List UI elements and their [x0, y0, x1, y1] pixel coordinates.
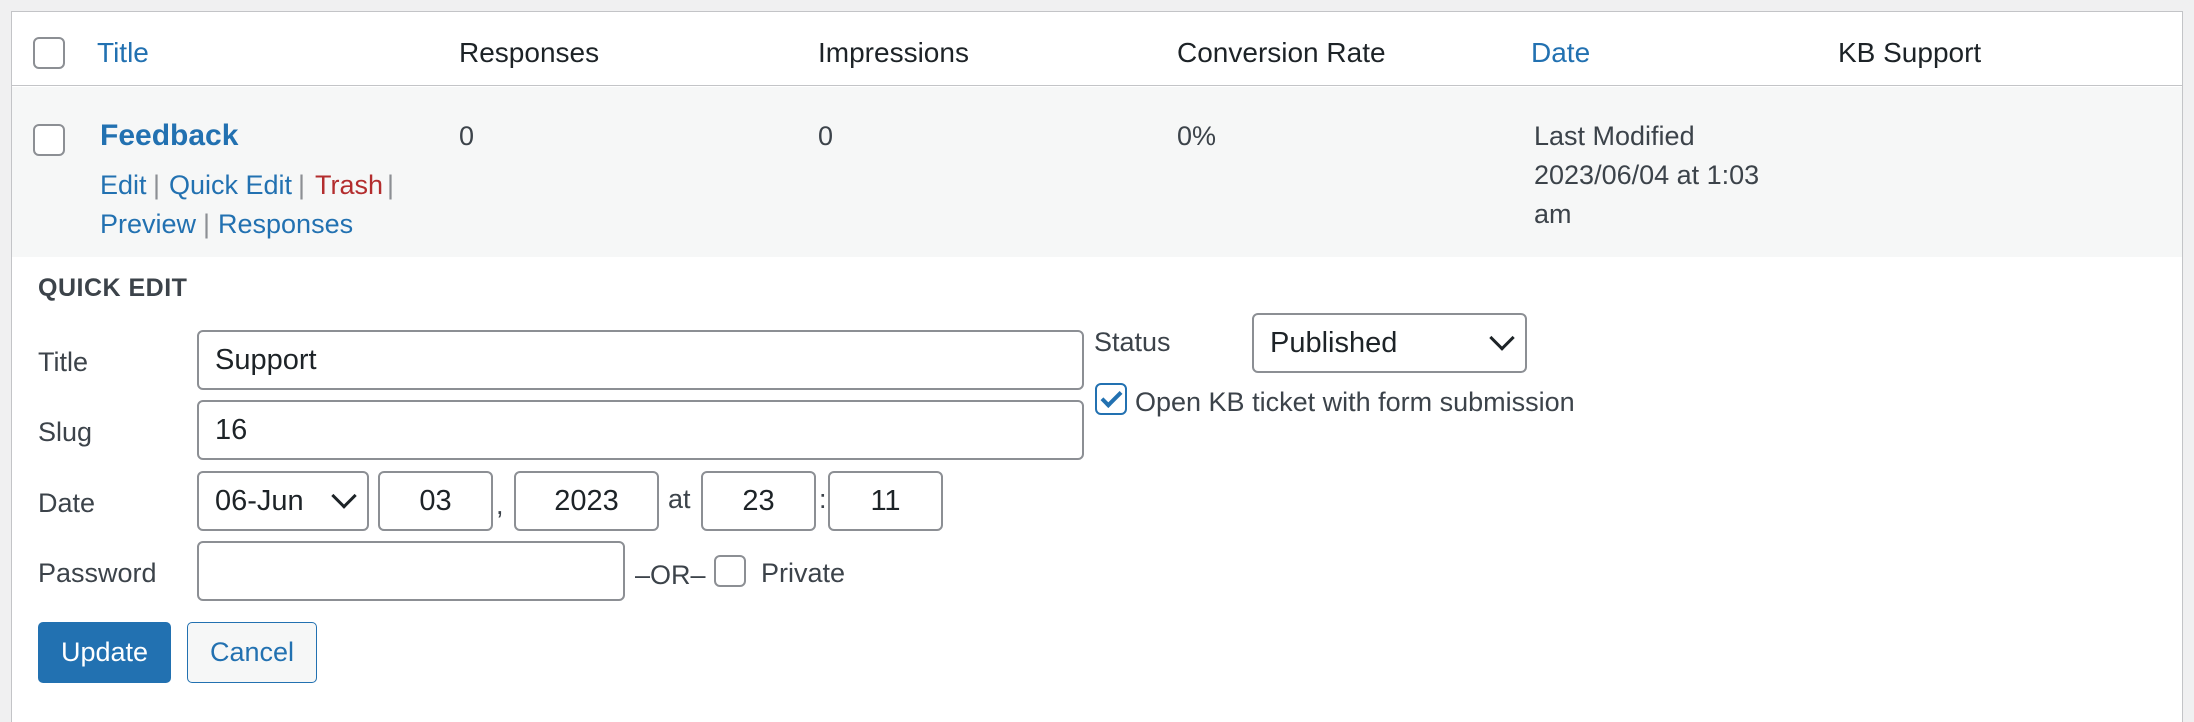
cell-conversion-rate: 0%: [1177, 121, 1217, 151]
title-input[interactable]: Support: [197, 330, 1084, 390]
quick-edit-heading: QUICK EDIT: [38, 274, 188, 302]
cancel-button[interactable]: Cancel: [187, 622, 317, 683]
row-title-link[interactable]: Feedback: [100, 121, 238, 151]
kb-ticket-checkbox[interactable]: [1095, 383, 1127, 415]
hour-input[interactable]: 23: [701, 471, 816, 531]
chevron-down-icon: [331, 483, 357, 509]
cell-impressions: 0: [818, 121, 834, 151]
status-label: Status: [1094, 327, 1171, 357]
cell-date-time: am: [1534, 199, 1572, 229]
checkmark-icon: [1100, 386, 1123, 408]
column-date-sort[interactable]: Date: [1531, 37, 1590, 69]
kb-ticket-label: Open KB ticket with form submission: [1135, 387, 1575, 417]
row-action-responses[interactable]: Responses: [218, 211, 353, 238]
year-input[interactable]: 2023: [514, 471, 659, 531]
update-button[interactable]: Update: [38, 622, 171, 683]
cell-date-value: 2023/06/04 at 1:03: [1534, 160, 1760, 190]
action-separator: |: [153, 170, 161, 200]
month-select[interactable]: 06-Jun: [197, 471, 369, 531]
comma-separator: ,: [496, 490, 504, 520]
day-input[interactable]: 03: [378, 471, 493, 531]
column-responses: Responses: [459, 37, 600, 68]
row-action-edit[interactable]: Edit: [100, 172, 147, 199]
column-kb-support: KB Support: [1838, 37, 1982, 68]
status-value: Published: [1270, 326, 1398, 359]
minute-input[interactable]: 11: [828, 471, 943, 531]
slug-input[interactable]: 16: [197, 400, 1084, 460]
action-separator: |: [298, 170, 306, 200]
or-separator: –OR–: [635, 560, 706, 590]
colon-separator: :: [819, 484, 827, 514]
status-select[interactable]: Published: [1252, 313, 1527, 373]
posts-list-table: Title Responses Impressions Conversion R…: [11, 11, 2183, 722]
private-checkbox[interactable]: [714, 555, 746, 587]
private-label: Private: [761, 558, 846, 588]
row-action-preview[interactable]: Preview: [100, 211, 196, 238]
slug-label: Slug: [38, 417, 93, 447]
action-separator: |: [387, 170, 395, 200]
row-checkbox[interactable]: [33, 124, 65, 156]
date-label: Date: [38, 488, 96, 518]
action-separator: |: [203, 209, 211, 239]
table-row: Feedback Edit | Quick Edit | Trash | Pre…: [12, 87, 2182, 257]
cell-responses: 0: [459, 121, 475, 151]
column-impressions: Impressions: [818, 37, 969, 68]
password-label: Password: [38, 558, 157, 588]
select-all-checkbox[interactable]: [33, 37, 65, 69]
column-conversion-rate: Conversion Rate: [1177, 37, 1386, 68]
table-header: Title Responses Impressions Conversion R…: [12, 12, 2182, 86]
row-action-trash[interactable]: Trash: [315, 172, 383, 199]
row-action-quick-edit[interactable]: Quick Edit: [169, 172, 292, 199]
at-label: at: [668, 484, 691, 514]
column-title-sort[interactable]: Title: [97, 37, 149, 69]
title-label: Title: [38, 347, 89, 377]
month-value: 06-Jun: [215, 484, 304, 517]
chevron-down-icon: [1489, 325, 1515, 351]
cell-date-status: Last Modified: [1534, 121, 1695, 151]
password-input[interactable]: [197, 541, 625, 601]
